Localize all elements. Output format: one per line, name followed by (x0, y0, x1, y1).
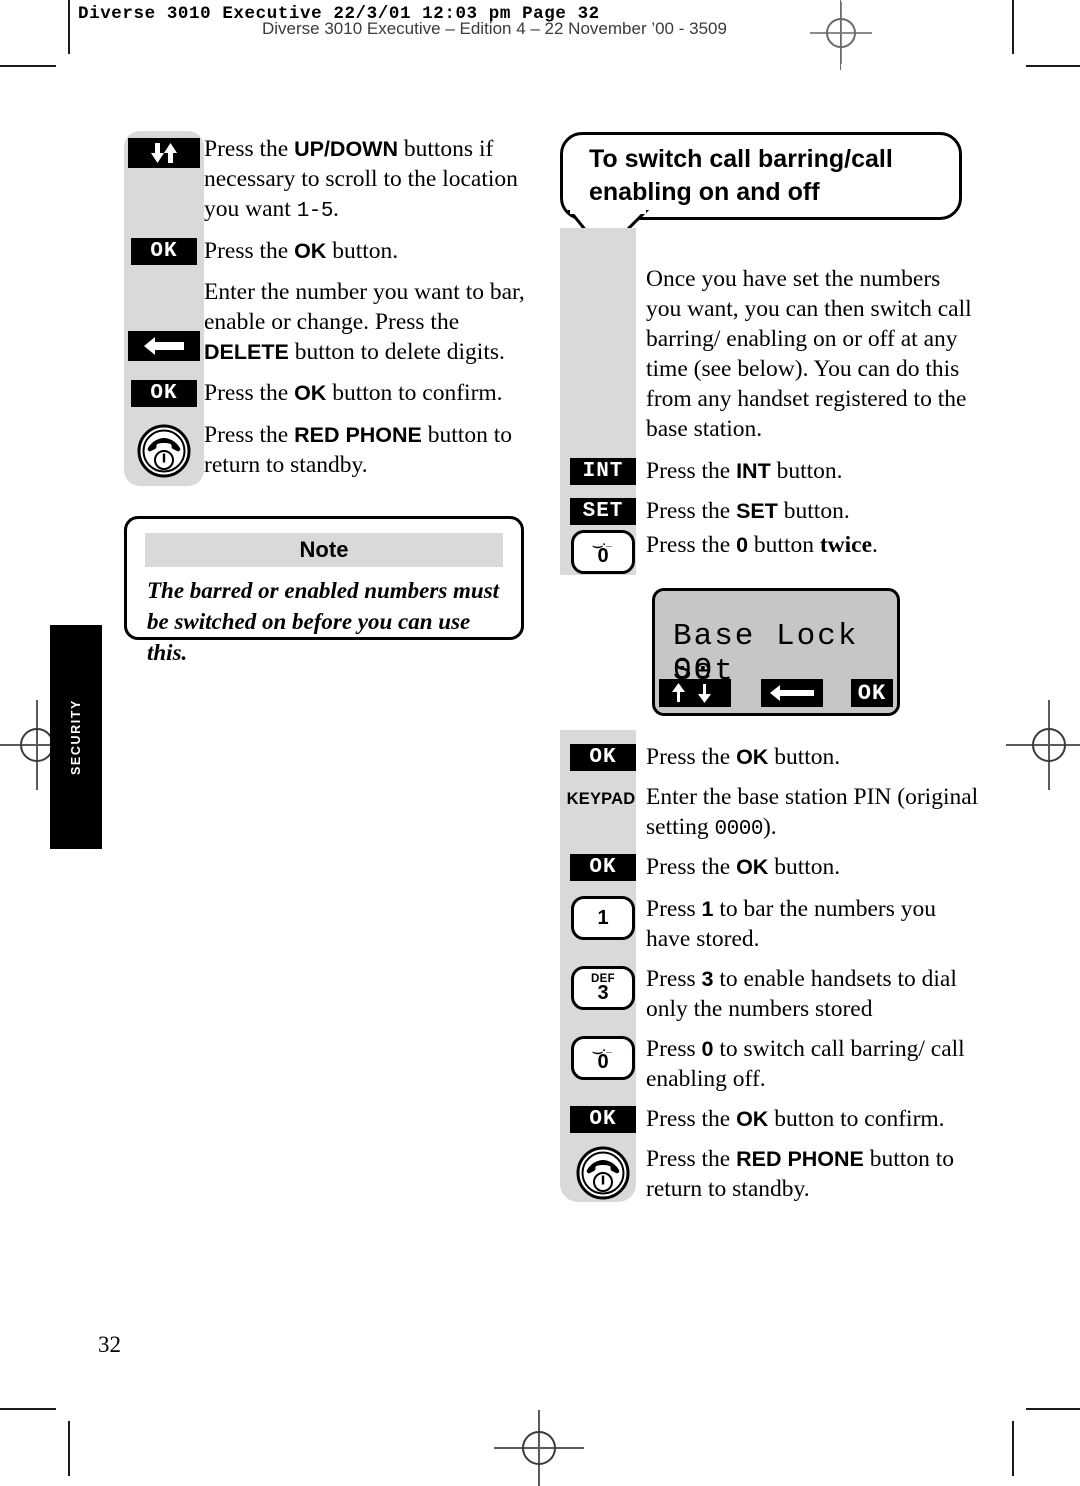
right-intro-text: Once you have set the numbers you want, … (646, 266, 972, 442)
right-step-keypad-pin: KEYPAD Enter the base station PIN (origi… (556, 782, 980, 845)
manual-page: Diverse 3010 Executive 22/3/01 12:03 pm … (0, 0, 1080, 1486)
right-step-red-phone: Press the RED PHONE button to return to … (560, 1144, 984, 1204)
crop-mark-top-left-vertical (68, 0, 70, 54)
lcd-softkey-up-down[interactable] (659, 679, 731, 707)
left-step-ok-text: Press the OK button. (204, 238, 399, 264)
section-tab-security: SECURITY (50, 625, 102, 849)
left-step-red-phone: Press the RED PHONE button to return to … (124, 420, 544, 480)
right-step-int: INT Press the INT button. (560, 456, 980, 486)
right-step-ok-1-text: Press the OK button. (646, 744, 841, 770)
crop-mark-top-left-horizontal (0, 65, 56, 67)
left-step-ok-confirm-text: Press the OK button to confirm. (204, 380, 503, 406)
section-tab-label: SECURITY (69, 698, 83, 776)
right-step-ok-2: OK Press the OK button. (560, 852, 980, 882)
three-key-digit: 3 (597, 982, 609, 1004)
right-step-red-phone-text: Press the RED PHONE button to return to … (646, 1146, 954, 1202)
note-box: Note The barred or enabled numbers must … (124, 516, 524, 665)
note-body: The barred or enabled numbers must be sw… (147, 578, 500, 665)
crop-mark-top-right-vertical (1012, 0, 1014, 54)
right-step-set-text: Press the SET button. (646, 498, 850, 524)
right-step-zero-off: ‿._ 0 Press 0 to switch call barring/ ca… (560, 1034, 980, 1094)
left-step-delete: Enter the number you want to bar, enable… (124, 277, 542, 367)
zero-key-digit: 0 (597, 545, 609, 567)
lcd-display: Base Lock Set 00 OK (652, 588, 900, 716)
left-step-ok: OK Press the OK button. (124, 236, 534, 266)
registration-mark-bottom (494, 1410, 584, 1486)
registration-mark-right (1006, 700, 1080, 790)
section-callout: To switch call barring/call enabling on … (560, 132, 962, 220)
right-step-one: 1 Press 1 to bar the numbers you have st… (560, 894, 980, 954)
left-step-red-phone-text: Press the RED PHONE button to return to … (204, 422, 512, 478)
right-step-ok-2-text: Press the OK button. (646, 854, 841, 880)
right-step-ok-confirm-text: Press the OK button to confirm. (646, 1106, 945, 1132)
right-step-one-text: Press 1 to bar the numbers you have stor… (646, 896, 937, 952)
section-callout-title: To switch call barring/call enabling on … (589, 145, 893, 206)
page-number: 32 (98, 1332, 121, 1357)
ok-key[interactable]: OK (570, 854, 636, 881)
left-step-up-down: Press the UP/DOWN buttons if necessary t… (124, 134, 534, 227)
right-step-zero-twice-text: Press the 0 button twice. (646, 532, 878, 558)
zero-key[interactable]: ‿._ 0 (571, 1036, 635, 1080)
right-step-ok-confirm: OK Press the OK button to confirm. (560, 1104, 984, 1134)
one-key-digit: 1 (597, 906, 609, 929)
three-key[interactable]: DEF 3 (571, 966, 635, 1010)
delete-key[interactable] (128, 331, 200, 361)
right-step-ok-1: OK Press the OK button. (560, 742, 980, 772)
lcd-softkey-delete[interactable] (761, 679, 823, 707)
zero-key[interactable]: ‿._ 0 (571, 530, 635, 574)
right-step-zero-twice: ‿._ 0 Press the 0 button twice. (560, 530, 980, 574)
ok-key[interactable]: OK (570, 744, 636, 771)
pin-value: 0000 (714, 818, 764, 841)
ok-key[interactable]: OK (570, 1106, 636, 1133)
red-phone-key[interactable] (137, 424, 191, 478)
red-phone-key[interactable] (576, 1146, 630, 1200)
left-step-up-down-text: Press the UP/DOWN buttons if necessary t… (204, 136, 518, 223)
lcd-softkey-ok[interactable]: OK (851, 679, 893, 707)
up-down-arrows-key[interactable] (128, 138, 200, 168)
set-key[interactable]: SET (570, 498, 636, 525)
right-step-int-text: Press the INT button. (646, 458, 843, 484)
edition-line: Diverse 3010 Executive – Edition 4 – 22 … (262, 19, 727, 38)
header-trim-vertical (840, 0, 841, 70)
crop-mark-bottom-right-horizontal (1026, 1408, 1080, 1410)
note-header: Note (145, 533, 503, 567)
right-step-set: SET Press the SET button. (560, 496, 980, 526)
one-key[interactable]: 1 (571, 896, 635, 940)
crop-mark-top-right-horizontal (1026, 65, 1080, 67)
crop-mark-bottom-left-horizontal (0, 1408, 56, 1410)
right-intro: Once you have set the numbers you want, … (560, 264, 980, 444)
crop-mark-bottom-right-vertical (1012, 1421, 1014, 1476)
int-key[interactable]: INT (570, 458, 636, 485)
ok-key[interactable]: OK (131, 380, 197, 407)
lcd-softkey-row: OK (655, 679, 897, 709)
note-title: Note (299, 537, 349, 562)
left-step-ok-confirm: OK Press the OK button to confirm. (124, 378, 544, 408)
ok-key[interactable]: OK (131, 238, 197, 265)
left-step-delete-text: Enter the number you want to bar, enable… (204, 279, 525, 365)
right-step-three-text: Press 3 to enable handsets to dial only … (646, 966, 957, 1022)
right-step-zero-off-text: Press 0 to switch call barring/ call ena… (646, 1036, 965, 1092)
registration-mark-header (810, 2, 872, 64)
crop-mark-bottom-left-vertical (68, 1421, 70, 1476)
right-step-three: DEF 3 Press 3 to enable handsets to dial… (560, 964, 980, 1024)
zero-key-digit: 0 (597, 1051, 609, 1073)
keypad-key[interactable]: KEYPAD (561, 786, 641, 813)
right-step-keypad-pin-text: Enter the base station PIN (original set… (646, 784, 979, 841)
